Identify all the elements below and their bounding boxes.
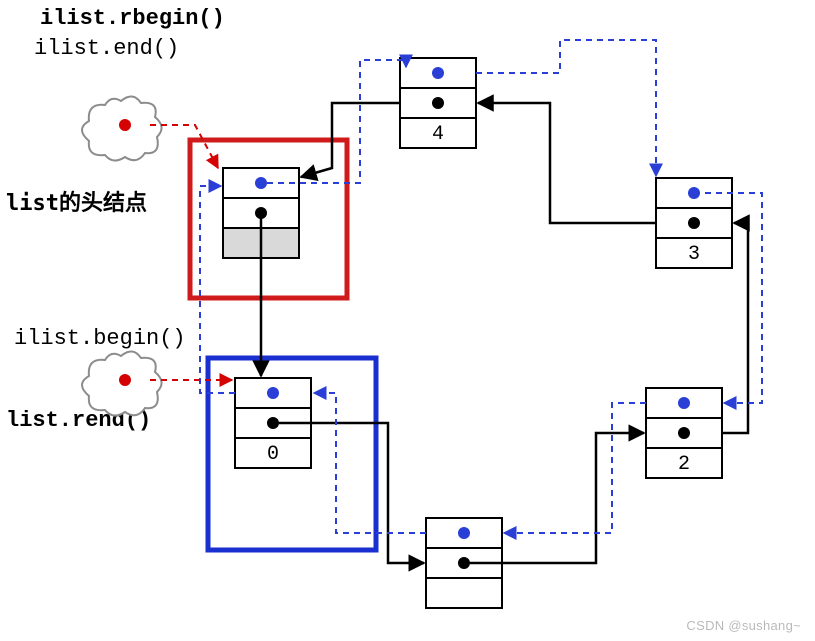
prev-dot-icon [432, 67, 444, 79]
iterator-cloud-end [82, 96, 162, 160]
prev-dot-icon [267, 387, 279, 399]
watermark: CSDN @sushang~ [686, 618, 801, 633]
node-4: 4 [400, 58, 476, 148]
prev-arrow-4-3 [476, 40, 656, 176]
prev-dot-icon [678, 397, 690, 409]
node-4-value: 4 [432, 123, 444, 146]
label-rbegin: ilist.rbegin() [40, 6, 225, 31]
node-2: 2 [646, 388, 722, 478]
next-dot-icon [458, 557, 470, 569]
next-dot-icon [267, 417, 279, 429]
label-end: ilist.end() [34, 36, 179, 61]
label-head-node: list的头结点 [6, 190, 147, 216]
iterator-cloud-begin [82, 351, 162, 415]
prev-dot-icon [458, 527, 470, 539]
node-3-value: 3 [688, 243, 700, 266]
node-0-value: 0 [267, 443, 279, 466]
list-diagram: ilist.rbegin() ilist.end() list的头结点 ilis… [0, 0, 815, 641]
prev-arrow-head-4 [267, 60, 406, 183]
next-arrow-3-4 [478, 103, 656, 223]
label-begin: ilist.begin() [14, 326, 186, 351]
next-dot-icon [678, 427, 690, 439]
node-2-value: 2 [678, 453, 690, 476]
prev-dot-icon [255, 177, 267, 189]
next-dot-icon [432, 97, 444, 109]
prev-arrow-2-1 [504, 403, 646, 533]
node-3: 3 [656, 178, 732, 268]
next-dot-icon [688, 217, 700, 229]
prev-arrow-1-0 [314, 393, 426, 533]
